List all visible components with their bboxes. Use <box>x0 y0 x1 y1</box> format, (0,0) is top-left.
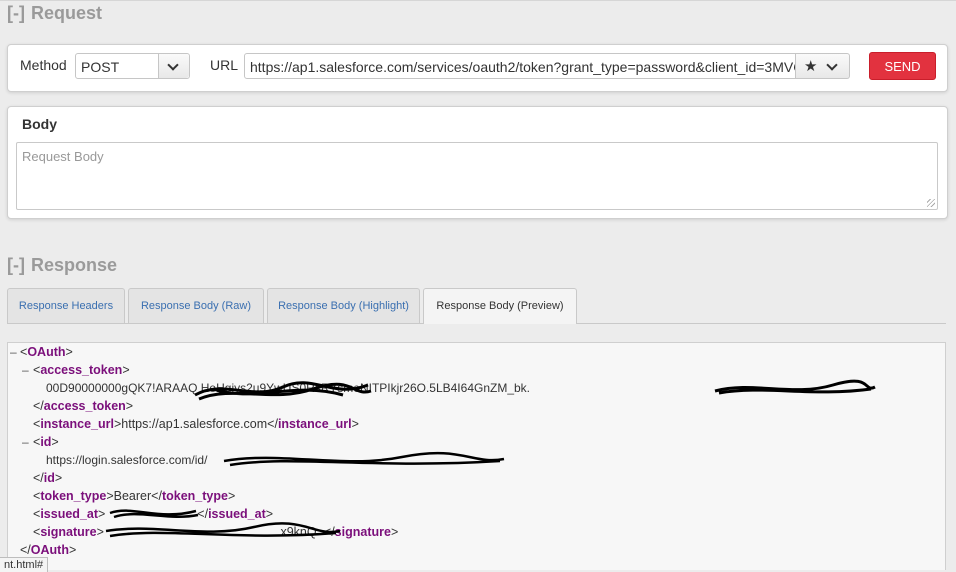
method-dropdown-button[interactable] <box>158 54 189 78</box>
tag-name: access_token <box>40 363 123 377</box>
xml-instance-url: <instance_url>https://ap1.salesforce.com… <box>33 417 359 431</box>
method-select[interactable]: POST <box>75 53 190 79</box>
request-body-placeholder: Request Body <box>22 149 104 164</box>
url-value: https://ap1.salesforce.com/services/oaut… <box>250 59 796 75</box>
instance-url-value: https://ap1.salesforce.com <box>121 417 268 431</box>
id-value: https://login.salesforce.com/id/ <box>46 453 208 467</box>
tab-response-headers[interactable]: Response Headers <box>7 288 125 323</box>
redaction-scribble <box>194 381 372 401</box>
send-button[interactable]: SEND <box>869 52 936 80</box>
xml-oauth-open: <OAuth> <box>20 345 73 359</box>
resize-grip-icon[interactable] <box>927 199 935 207</box>
xml-access-token-open: <access_token> <box>33 363 130 377</box>
redaction-scribble <box>105 522 341 538</box>
token-type-value: Bearer <box>113 489 152 503</box>
request-body-textarea[interactable]: Request Body <box>16 142 938 210</box>
response-section-title[interactable]: [-] Response <box>7 255 117 276</box>
xml-token-type: <token_type>Bearer</token_type> <box>33 489 236 503</box>
tag-name: id <box>43 471 55 485</box>
chevron-down-icon <box>167 59 179 71</box>
tag-name: OAuth <box>27 345 66 359</box>
redaction-scribble <box>714 379 876 395</box>
request-section-title[interactable]: [-] Request <box>7 3 102 24</box>
top-border <box>0 0 956 1</box>
url-input[interactable]: https://ap1.salesforce.com/services/oaut… <box>244 53 796 79</box>
tab-response-body-raw[interactable]: Response Body (Raw) <box>128 288 264 323</box>
method-label: Method <box>20 57 67 73</box>
tag-name: issued_at <box>40 507 98 521</box>
xml-access-token-close: </access_token> <box>33 399 134 413</box>
tag-name: instance_url <box>277 417 352 431</box>
xml-id-open: <id> <box>33 435 59 449</box>
body-title: Body <box>22 116 57 132</box>
tab-response-body-preview[interactable]: Response Body (Preview) <box>423 288 577 324</box>
tag-name: instance_url <box>40 417 114 431</box>
collapse-access-token-toggle[interactable]: – <box>22 363 29 377</box>
response-title-text: Response <box>30 255 118 275</box>
tag-name: issued_at <box>208 507 266 521</box>
tag-name: OAuth <box>30 543 69 557</box>
star-icon: ★ <box>804 58 818 75</box>
request-title-text: Request <box>30 3 102 23</box>
body-panel: Body Request Body <box>7 106 948 219</box>
tag-name: token_type <box>161 489 228 503</box>
redaction-scribble <box>109 509 199 519</box>
xml-id-close: </id> <box>33 471 63 485</box>
response-collapse-toggle[interactable]: [-] <box>7 255 25 275</box>
redaction-scribble <box>223 451 505 467</box>
url-label: URL <box>210 57 239 73</box>
url-history-button[interactable]: ★ <box>796 53 850 79</box>
request-panel: Method POST URL https://ap1.salesforce.c… <box>7 44 948 92</box>
chevron-down-icon <box>826 59 838 71</box>
tag-name: token_type <box>40 489 107 503</box>
request-collapse-toggle[interactable]: [-] <box>7 3 25 23</box>
method-value: POST <box>81 59 120 75</box>
tag-name: signature <box>40 525 97 539</box>
tag-name: id <box>40 435 52 449</box>
xml-oauth-close: </OAuth> <box>20 543 77 557</box>
collapse-id-toggle[interactable]: – <box>22 435 29 449</box>
collapse-oauth-toggle[interactable]: – <box>10 345 17 359</box>
tab-response-body-highlight[interactable]: Response Body (Highlight) <box>267 288 420 323</box>
tag-name: access_token <box>43 399 126 413</box>
xml-preview-panel: – <OAuth> – <access_token> 00D90000000gQ… <box>7 342 946 570</box>
